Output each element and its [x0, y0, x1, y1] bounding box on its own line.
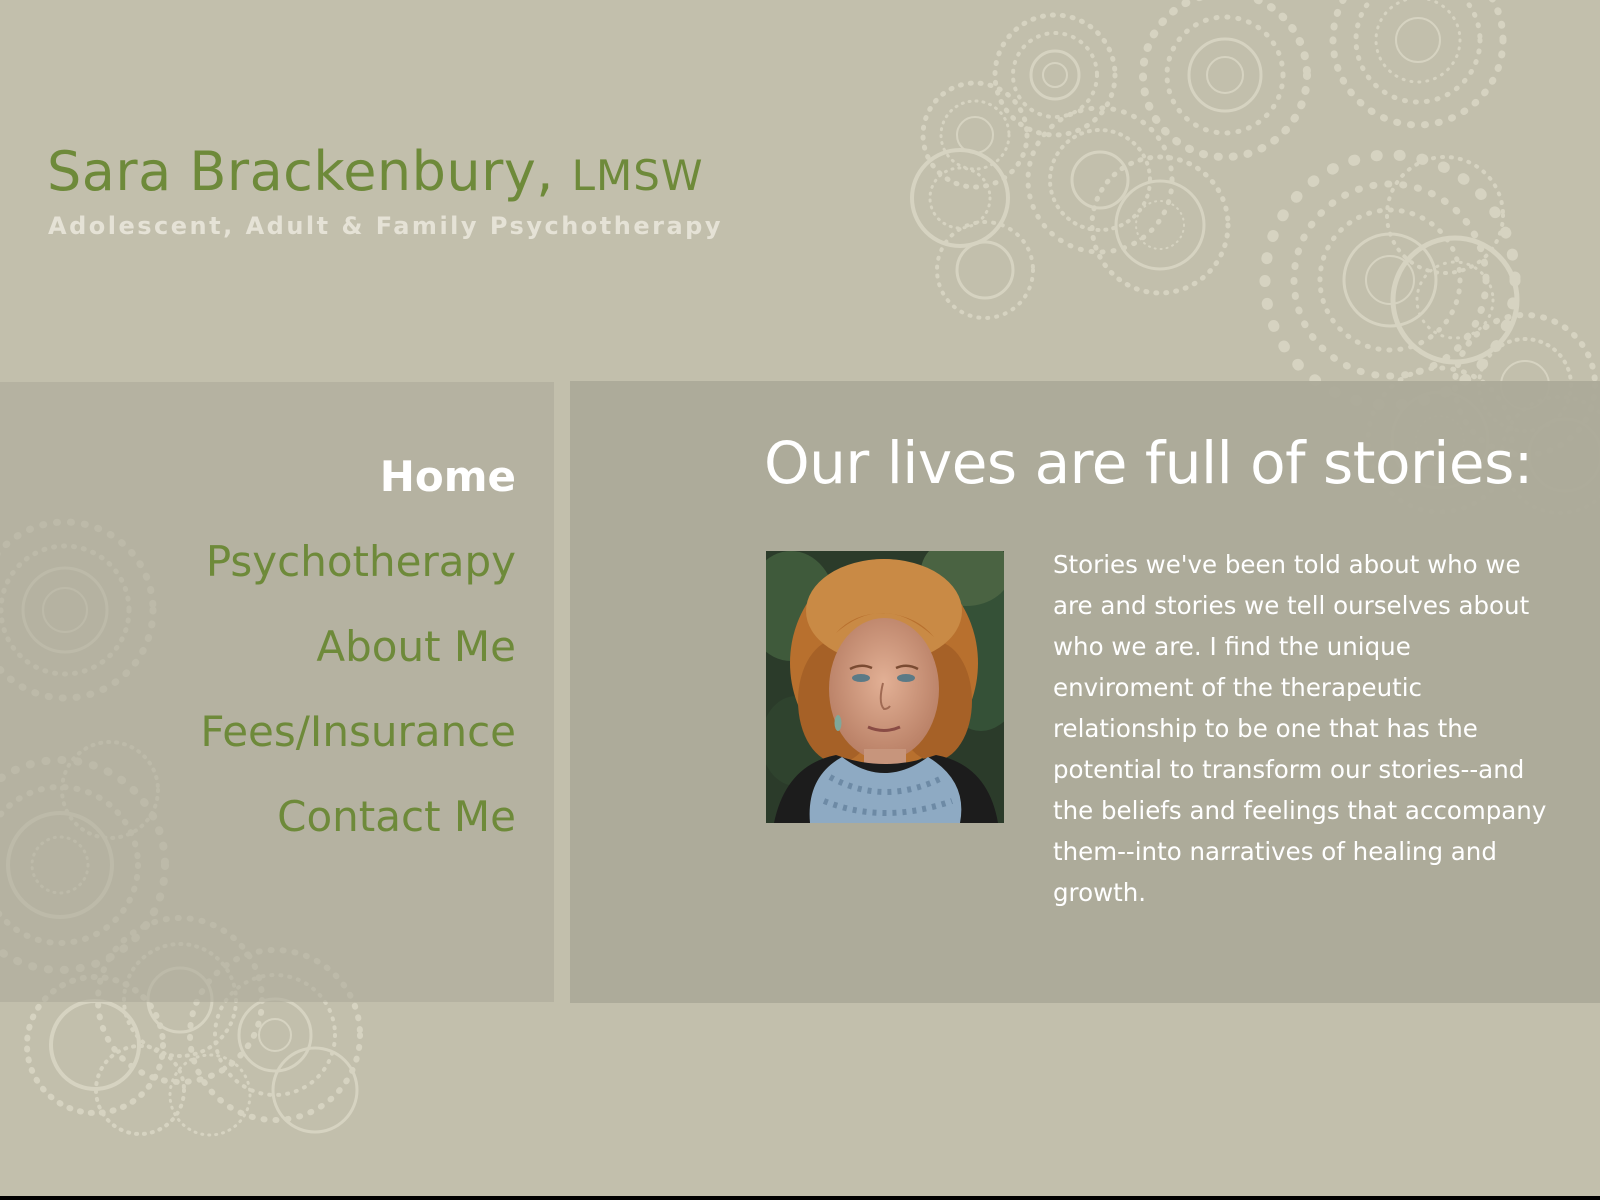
content-panel: Our lives are full of stories: Stories w… — [570, 381, 1600, 1003]
intro-paragraph: Stories we've been told about who we are… — [1053, 550, 1547, 907]
content-heading: Our lives are full of stories: — [764, 429, 1533, 497]
page: Sara Brackenbury, LMSW Adolescent, Adult… — [0, 0, 1600, 1196]
nav-item-home[interactable]: Home — [380, 452, 516, 501]
nav-item-about-me[interactable]: About Me — [316, 622, 516, 671]
nav-item-psychotherapy[interactable]: Psychotherapy — [206, 537, 516, 586]
portrait-photo — [766, 551, 1004, 823]
nav-item-fees-insurance[interactable]: Fees/Insurance — [200, 707, 516, 756]
nav-item-contact-me[interactable]: Contact Me — [277, 792, 516, 841]
site-title-credential: LMSW — [571, 151, 704, 200]
site-title-name: Sara Brackenbury, — [47, 140, 554, 203]
site-tagline: Adolescent, Adult & Family Psychotherapy — [48, 212, 723, 240]
main-nav: Home Psychotherapy About Me Fees/Insuran… — [0, 382, 554, 1002]
site-title: Sara Brackenbury, LMSW — [47, 140, 703, 203]
